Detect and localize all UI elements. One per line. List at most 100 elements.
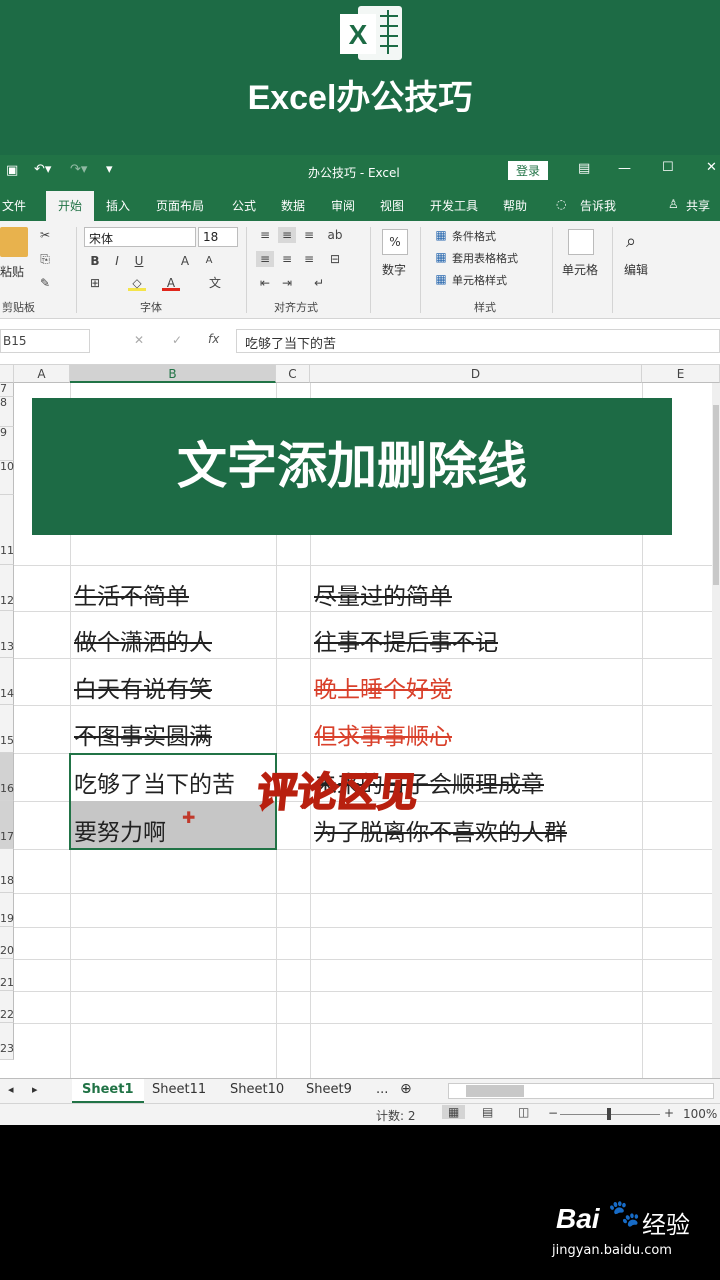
customize-icon[interactable]: ▾ (106, 162, 113, 177)
more-sheets[interactable]: ... (366, 1079, 398, 1103)
align-right-icon[interactable]: ≡ (300, 251, 318, 267)
format-as-table-button[interactable]: 套用表格格式 (452, 250, 518, 266)
align-center-icon[interactable]: ≡ (278, 251, 296, 267)
row-header[interactable]: 13 (0, 611, 14, 658)
shrink-font-icon[interactable]: A (200, 253, 218, 269)
phonetic-icon[interactable]: 文 (206, 275, 224, 291)
tab-home[interactable]: 开始 (46, 191, 94, 221)
tab-review[interactable]: 审阅 (331, 197, 355, 214)
redo-icon[interactable]: ↷▾ (70, 162, 87, 177)
cell-d[interactable]: 往事不提后事不记 (314, 623, 498, 657)
orientation-icon[interactable]: ab (326, 227, 344, 243)
row-header[interactable]: 8 (0, 397, 14, 427)
underline-icon[interactable]: U (130, 253, 148, 269)
row-header[interactable]: 12 (0, 565, 14, 611)
zoom-slider-thumb[interactable] (607, 1108, 611, 1120)
tab-view[interactable]: 视图 (380, 197, 404, 214)
align-middle-icon[interactable]: ≡ (278, 227, 296, 243)
tab-insert[interactable]: 插入 (106, 197, 130, 214)
sheet-tab-active[interactable]: Sheet1 (72, 1079, 144, 1103)
bold-icon[interactable]: B (86, 253, 104, 269)
sheet-tab[interactable]: Sheet11 (142, 1079, 216, 1103)
row-header[interactable]: 9 (0, 427, 14, 461)
decrease-indent-icon[interactable]: ⇤ (256, 275, 274, 291)
column-header-e[interactable]: E (642, 365, 720, 383)
conditional-format-button[interactable]: 条件格式 (452, 228, 496, 244)
next-sheet-icon[interactable]: ▸ (32, 1083, 38, 1096)
row-header[interactable]: 15 (0, 705, 14, 753)
font-name-select[interactable]: 宋体 (84, 227, 196, 247)
login-button[interactable]: 登录 (508, 161, 549, 180)
cell-b[interactable]: 做个潇洒的人 (74, 623, 212, 657)
select-all-corner[interactable] (0, 365, 14, 383)
cells-button[interactable]: 单元格 (562, 261, 598, 278)
maximize-icon[interactable]: ☐ (662, 160, 674, 175)
enter-icon[interactable]: ✓ (172, 333, 182, 347)
headline-banner[interactable]: 文字添加删除线 (32, 398, 672, 535)
cell-b[interactable]: 不图事实圆满 (74, 717, 212, 751)
tab-data[interactable]: 数据 (281, 197, 305, 214)
row-header[interactable]: 21 (0, 959, 14, 991)
cell-d-red[interactable]: 但求事事顺心 (314, 717, 452, 751)
cell-b-active[interactable]: 吃够了当下的苦 (74, 765, 235, 799)
ribbon-display-icon[interactable]: ▤ (578, 161, 590, 176)
vertical-scroll-thumb[interactable] (713, 405, 719, 585)
zoom-level[interactable]: 100% (683, 1107, 717, 1121)
zoom-out-icon[interactable]: − (548, 1106, 558, 1120)
row-header[interactable]: 11 (0, 495, 14, 565)
tab-formulas[interactable]: 公式 (232, 197, 256, 214)
font-size-select[interactable]: 18 (198, 227, 238, 247)
format-painter-icon[interactable]: ✎ (36, 275, 54, 291)
cell-styles-button[interactable]: 单元格样式 (452, 272, 507, 288)
font-color-icon[interactable]: A (162, 275, 180, 291)
fill-color-icon[interactable]: ◇ (128, 275, 146, 291)
row-header[interactable]: 10 (0, 461, 14, 495)
column-header-a[interactable]: A (14, 365, 70, 383)
row-header[interactable]: 22 (0, 991, 14, 1023)
tell-me-box[interactable]: 告诉我 (580, 197, 616, 214)
cell-b[interactable]: 要努力啊 (74, 813, 166, 847)
number-button[interactable]: 数字 (382, 261, 406, 278)
name-box[interactable]: B15 (0, 329, 90, 353)
normal-view-icon[interactable]: ▦ (442, 1105, 466, 1119)
row-header[interactable]: 23 (0, 1023, 14, 1060)
column-header-c[interactable]: C (276, 365, 310, 383)
grow-font-icon[interactable]: A (176, 253, 194, 269)
column-header-d[interactable]: D (310, 365, 642, 383)
row-header[interactable]: 18 (0, 849, 14, 893)
editing-button[interactable]: 编辑 (624, 261, 648, 278)
cut-icon[interactable]: ✂ (36, 227, 54, 243)
column-header-b[interactable]: B (70, 365, 276, 383)
row-header-selected[interactable]: 17 (0, 801, 14, 849)
copy-icon[interactable]: ⎘ (36, 251, 54, 267)
insert-function-icon[interactable]: fx (208, 332, 219, 346)
row-header[interactable]: 7 (0, 383, 14, 397)
cell-d[interactable]: 为了脱离你不喜欢的人群 (314, 813, 567, 847)
formula-input[interactable]: 吃够了当下的苦 (236, 329, 720, 353)
border-icon[interactable]: ⊞ (86, 275, 104, 291)
close-icon[interactable]: ✕ (706, 160, 717, 175)
cell-b[interactable]: 白天有说有笑 (74, 670, 212, 704)
horizontal-scroll-thumb[interactable] (466, 1085, 524, 1097)
add-sheet-icon[interactable]: ⊕ (400, 1081, 412, 1097)
row-header[interactable]: 20 (0, 927, 14, 959)
minimize-icon[interactable]: — (618, 161, 631, 176)
undo-icon[interactable]: ↶▾ (34, 162, 51, 177)
align-bottom-icon[interactable]: ≡ (300, 227, 318, 243)
zoom-in-icon[interactable]: + (664, 1106, 674, 1120)
row-header[interactable]: 19 (0, 893, 14, 927)
sheet-tab[interactable]: Sheet10 (220, 1079, 294, 1103)
italic-icon[interactable]: I (108, 253, 126, 269)
cell-b[interactable]: 生活不简单 (74, 577, 189, 611)
row-header[interactable]: 14 (0, 658, 14, 705)
tab-help[interactable]: 帮助 (503, 197, 527, 214)
align-top-icon[interactable]: ≡ (256, 227, 274, 243)
cancel-icon[interactable]: ✕ (134, 333, 144, 347)
row-header-selected[interactable]: 16 (0, 753, 14, 801)
sheet-tab[interactable]: Sheet9 (296, 1079, 362, 1103)
merge-center-icon[interactable]: ⊟ (326, 251, 344, 267)
align-left-icon[interactable]: ≡ (256, 251, 274, 267)
cell-d-red[interactable]: 晚上睡个好觉 (314, 670, 452, 704)
page-layout-view-icon[interactable]: ▤ (482, 1105, 493, 1119)
wrap-text-icon[interactable]: ↵ (310, 275, 328, 291)
